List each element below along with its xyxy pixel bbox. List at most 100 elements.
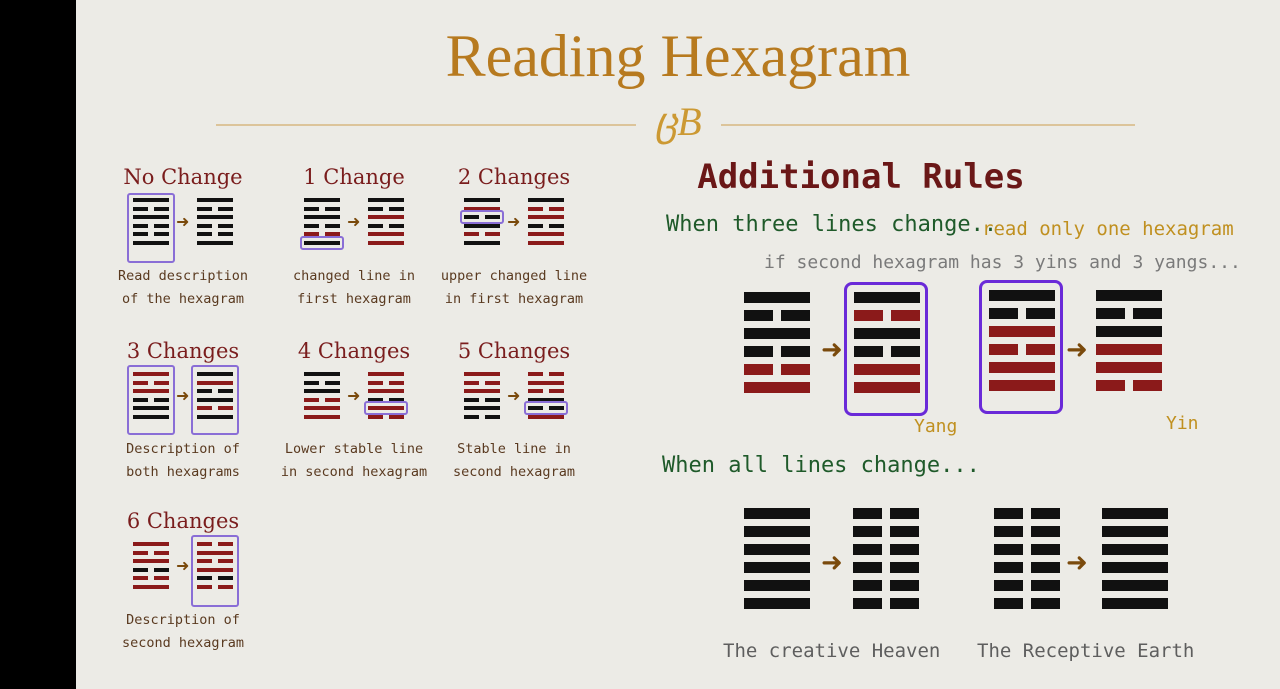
yin-line-segment xyxy=(218,389,233,393)
yin-line-segment xyxy=(464,414,479,419)
yin-line-segment xyxy=(485,414,500,419)
yin-line-segment xyxy=(154,232,169,236)
yin-label: Yin xyxy=(1166,413,1199,434)
arrow-icon: ➜ xyxy=(1066,335,1088,365)
yang-line xyxy=(133,542,169,546)
yang-line xyxy=(1096,362,1162,373)
yang-line xyxy=(197,380,233,385)
yin-line-segment xyxy=(890,562,919,573)
hex-three-change-first xyxy=(744,292,810,393)
yin-line-segment xyxy=(890,544,919,555)
receptive-earth-caption: The Receptive Earth xyxy=(977,640,1195,662)
yang-line xyxy=(197,240,233,245)
creative-heaven-caption: The creative Heaven xyxy=(723,640,941,662)
yin-line-segment xyxy=(368,206,383,211)
yin-line-segment xyxy=(464,397,479,402)
yang-line xyxy=(744,508,810,519)
arrow-icon: ➜ xyxy=(821,548,843,578)
yin-line-segment xyxy=(197,542,212,546)
case-title-no-change: No Change xyxy=(123,165,243,189)
yin-line-segment xyxy=(304,206,319,211)
yin-line-segment xyxy=(1096,380,1125,391)
yin-line-segment xyxy=(133,567,148,572)
hex-no-change-first xyxy=(133,198,169,245)
yang-line xyxy=(133,198,169,202)
yang-line xyxy=(528,414,564,419)
yin-line-segment xyxy=(154,380,169,385)
yin-line-segment xyxy=(1133,308,1162,319)
yin-line-segment xyxy=(1031,526,1060,537)
yin-line-segment xyxy=(154,397,169,402)
case-caption-no-change: Read description of the hexagram xyxy=(117,268,249,307)
hex-earth xyxy=(994,508,1060,609)
yin-line-segment xyxy=(549,206,564,211)
additional-rules-title: Additional Rules xyxy=(697,157,1025,197)
hex-earth-result xyxy=(1102,508,1168,609)
case-caption-6-changes: Description of second hexagram xyxy=(122,612,244,651)
yin-line-segment xyxy=(994,526,1023,537)
yang-line xyxy=(1102,562,1168,573)
yang-line xyxy=(744,580,810,591)
yin-line-segment xyxy=(485,397,500,402)
yang-line xyxy=(197,215,233,219)
yin-line-segment xyxy=(197,576,212,580)
title-divider-right xyxy=(721,124,1135,126)
yang-line xyxy=(528,232,564,236)
arrow-icon: ➜ xyxy=(1066,548,1088,578)
yin-line-segment xyxy=(197,559,212,563)
yang-line xyxy=(528,380,564,385)
yang-line xyxy=(133,240,169,245)
yin-line-segment xyxy=(154,576,169,580)
yin-line-segment xyxy=(325,206,340,211)
hex-no-change-second xyxy=(197,198,233,245)
yang-line xyxy=(197,397,233,402)
yang-line xyxy=(304,372,340,376)
hex-6-changes-first xyxy=(133,542,169,589)
yin-line-segment xyxy=(890,508,919,519)
yin-line-segment xyxy=(368,414,383,419)
yin-line-segment xyxy=(528,389,543,393)
yin-line-segment xyxy=(389,414,404,419)
yang-line xyxy=(133,389,169,393)
yin-line-segment xyxy=(853,562,882,573)
yin-line-segment xyxy=(197,232,212,236)
arrow-icon: ➜ xyxy=(347,386,361,405)
yang-line xyxy=(133,372,169,376)
yang-line xyxy=(304,406,340,410)
yang-line xyxy=(744,382,810,393)
yang-line xyxy=(368,240,404,245)
arrow-icon: ➜ xyxy=(347,212,361,231)
yin-line-segment xyxy=(549,389,564,393)
yang-line xyxy=(744,544,810,555)
yin-line-segment xyxy=(389,206,404,211)
yang-line xyxy=(1102,526,1168,537)
yin-line-segment xyxy=(853,580,882,591)
case-caption-3-changes: Description of both hexagrams xyxy=(126,441,240,480)
yin-line-segment xyxy=(304,397,319,402)
yin-line-segment xyxy=(781,310,810,321)
yang-line xyxy=(197,567,233,572)
yin-line-segment xyxy=(1133,380,1162,391)
yang-line xyxy=(1096,344,1162,355)
yang-line xyxy=(464,372,500,376)
yang-line xyxy=(528,240,564,245)
case-caption-4-changes: Lower stable line in second hexagram xyxy=(280,441,428,480)
yin-line-segment xyxy=(781,364,810,375)
yang-line xyxy=(368,198,404,202)
highlight-yin-hexagram xyxy=(979,280,1063,414)
arrow-icon: ➜ xyxy=(176,556,190,575)
yin-line-segment xyxy=(1031,598,1060,609)
case-title-5-changes: 5 Changes xyxy=(457,339,571,363)
yang-line xyxy=(197,198,233,202)
hex-2-changes-second xyxy=(528,198,564,245)
yin-line-segment xyxy=(197,584,212,589)
yin-line-segment xyxy=(154,550,169,555)
case-title-2-changes: 2 Changes xyxy=(457,165,571,189)
arrow-icon: ➜ xyxy=(507,212,521,231)
yang-line xyxy=(464,240,500,245)
yin-line-segment xyxy=(744,346,773,357)
hex-3-changes-second xyxy=(197,372,233,419)
case-title-1-change: 1 Change xyxy=(303,165,405,189)
yin-line-segment xyxy=(368,380,383,385)
yin-line-segment xyxy=(218,559,233,563)
